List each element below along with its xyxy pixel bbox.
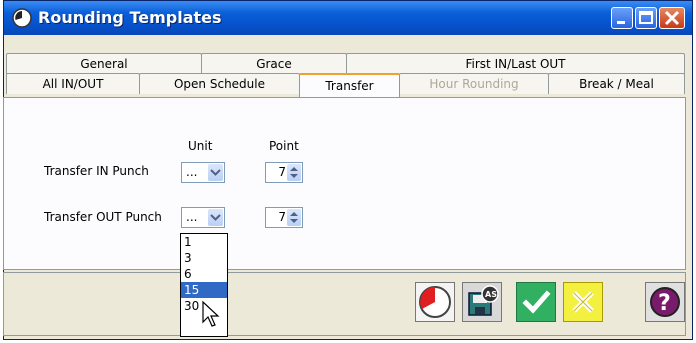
transfer-in-unit-select[interactable]: ... (181, 162, 225, 183)
tab-break-meal[interactable]: Break / Meal (548, 73, 685, 94)
window-title: Rounding Templates (38, 8, 222, 27)
chevron-down-icon[interactable] (208, 164, 223, 181)
help-button[interactable]: ? (645, 282, 685, 322)
combo-value: ... (186, 165, 198, 179)
svg-text:?: ? (658, 291, 671, 316)
tab-label: First IN/Last OUT (465, 57, 566, 71)
transfer-out-unit-select[interactable]: ... (181, 207, 225, 228)
tab-hour-rounding: Hour Rounding (399, 73, 549, 94)
tab-label: Transfer (325, 79, 374, 93)
dropdown-option[interactable]: 3 (181, 250, 227, 266)
help-icon: ? (650, 287, 680, 317)
mouse-cursor-icon (202, 300, 220, 327)
close-button[interactable] (659, 7, 685, 29)
clock-button[interactable] (415, 282, 455, 322)
tab-label: Grace (256, 57, 292, 71)
point-header: Point (269, 139, 299, 153)
tab-label: General (80, 57, 128, 71)
spin-arrows-icon[interactable] (287, 209, 301, 226)
tab-grace[interactable]: Grace (201, 53, 347, 74)
ok-check-icon (522, 290, 551, 314)
cancel-x-icon (572, 291, 594, 313)
dropdown-option[interactable]: 6 (181, 266, 227, 282)
tab-label: All IN/OUT (42, 77, 104, 91)
tab-label: Open Schedule (173, 77, 265, 91)
tab-all-in-out[interactable]: All IN/OUT (6, 73, 140, 94)
transfer-panel (3, 97, 686, 270)
unit-header: Unit (188, 139, 213, 153)
cancel-button[interactable] (563, 282, 603, 322)
tab-label: Break / Meal (579, 77, 654, 91)
ok-button[interactable] (516, 282, 556, 322)
spin-arrows-icon[interactable] (287, 164, 301, 181)
minimize-button[interactable] (611, 7, 633, 29)
combo-value: ... (186, 210, 198, 224)
tab-transfer[interactable]: Transfer (299, 73, 400, 97)
tab-general[interactable]: General (6, 53, 202, 74)
svg-text:AS: AS (485, 290, 497, 299)
tab-open-schedule[interactable]: Open Schedule (139, 73, 300, 94)
clock-icon (419, 286, 451, 318)
dropdown-option[interactable]: 1 (181, 234, 227, 250)
title-bar: Rounding Templates (4, 1, 692, 35)
transfer-out-point-spinner[interactable]: 7 (265, 207, 303, 228)
save-as-icon: AS (468, 285, 499, 316)
maximize-button[interactable] (635, 7, 657, 29)
clock-app-icon (12, 8, 32, 28)
transfer-in-point-spinner[interactable]: 7 (265, 162, 303, 183)
transfer-out-label: Transfer OUT Punch (44, 210, 162, 224)
save-as-button[interactable]: AS (462, 282, 502, 322)
dropdown-option-selected[interactable]: 15 (181, 282, 227, 298)
spinner-value: 7 (278, 210, 286, 224)
tab-label: Hour Rounding (429, 77, 519, 91)
tab-first-in-last-out[interactable]: First IN/Last OUT (346, 53, 685, 74)
transfer-in-label: Transfer IN Punch (44, 164, 149, 178)
chevron-down-icon[interactable] (208, 209, 223, 226)
spinner-value: 7 (278, 165, 286, 179)
